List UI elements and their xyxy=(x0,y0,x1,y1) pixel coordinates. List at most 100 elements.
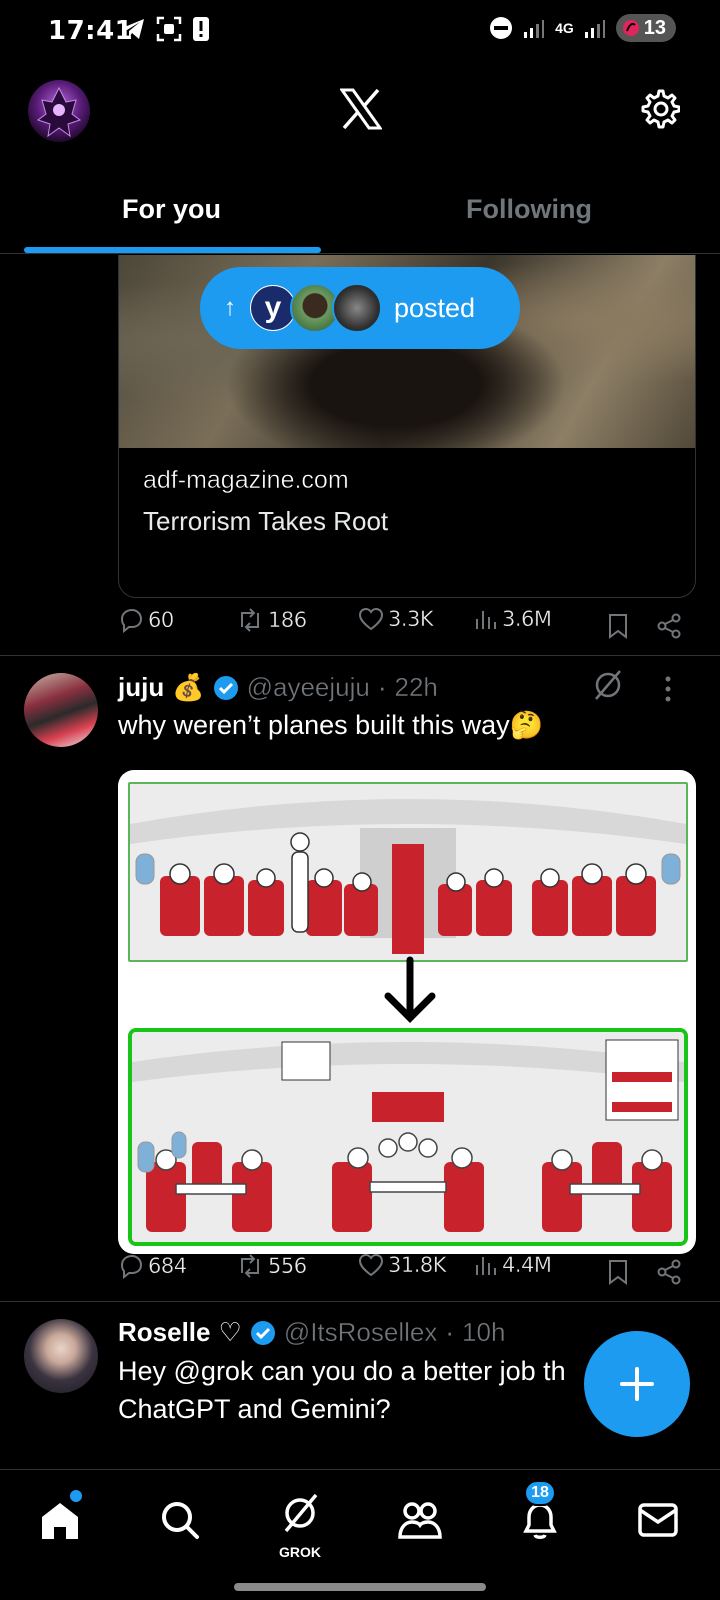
unread-dot xyxy=(70,1490,82,1502)
notifications-badge: 18 xyxy=(524,1480,556,1506)
timeline-feed[interactable]: adf-magazine.com Terrorism Takes Root ↑ … xyxy=(0,255,720,1469)
tab-for-you[interactable]: For you xyxy=(122,194,221,225)
repost-button[interactable]: 186 xyxy=(236,607,307,633)
author-handle[interactable]: @ItsRosellex xyxy=(284,1317,438,1348)
repost-icon xyxy=(241,608,259,632)
airplane-cabin-rows-illustration xyxy=(130,784,686,960)
grok-label: GROK xyxy=(279,1544,321,1560)
post-text: why weren’t planes built this way🤔 xyxy=(118,706,543,744)
author-avatar[interactable] xyxy=(24,673,98,747)
status-icons-left xyxy=(120,16,210,42)
repost-count: 186 xyxy=(268,608,307,632)
like-button[interactable]: 3.3K xyxy=(358,607,434,631)
bookmark-icon[interactable] xyxy=(608,613,628,639)
profile-avatar[interactable] xyxy=(28,80,90,142)
cabin-illustration-bottom xyxy=(128,1028,688,1246)
telegram-icon xyxy=(122,19,144,39)
screenshot-icon xyxy=(156,16,182,42)
airplane-cabin-tables-illustration xyxy=(132,1032,684,1242)
x-logo-icon[interactable] xyxy=(340,88,382,130)
compose-post-button[interactable] xyxy=(584,1331,690,1437)
post-actions: 684 556 31.8K 4.4M xyxy=(118,1253,696,1293)
nav-communities[interactable] xyxy=(390,1490,450,1550)
nav-home[interactable] xyxy=(30,1490,90,1550)
nav-notifications[interactable]: 18 xyxy=(510,1480,570,1550)
repost-button[interactable]: 556 xyxy=(236,1253,307,1279)
author-name[interactable]: Roselle xyxy=(118,1317,211,1348)
grok-icon xyxy=(284,1493,318,1533)
heart-icon xyxy=(358,1253,384,1277)
posted-label: posted xyxy=(394,292,476,323)
like-button[interactable]: 31.8K xyxy=(358,1253,447,1277)
view-count: 3.6M xyxy=(502,607,552,631)
mail-icon xyxy=(638,1503,678,1537)
link-title: Terrorism Takes Root xyxy=(143,506,389,536)
gear-icon[interactable] xyxy=(638,88,680,130)
communities-icon xyxy=(398,1502,442,1539)
reply-icon xyxy=(120,1254,143,1279)
author-avatar[interactable] xyxy=(24,1319,98,1393)
post-text-line: Hey @grok can you do a better job th xyxy=(118,1356,566,1386)
new-posts-pill[interactable]: ↑ y posted xyxy=(200,267,520,349)
timeline-tabs: For you Following xyxy=(0,174,720,254)
avatar-figure-icon xyxy=(36,86,82,138)
post-text-line: ChatGPT and Gemini? xyxy=(118,1394,391,1424)
like-count: 3.3K xyxy=(388,607,434,631)
gesture-home-indicator[interactable] xyxy=(234,1583,486,1591)
nav-messages[interactable] xyxy=(628,1490,688,1550)
share-icon[interactable] xyxy=(656,613,682,639)
battery-saver-icon xyxy=(622,20,639,36)
heart-symbol: ♡ xyxy=(218,1317,242,1347)
views-icon xyxy=(476,1257,496,1275)
heart-icon xyxy=(358,607,384,631)
arrow-down-icon xyxy=(384,956,436,1023)
tab-following[interactable]: Following xyxy=(466,194,592,225)
nav-search[interactable] xyxy=(150,1490,210,1550)
author-handle[interactable]: @ayeejuju xyxy=(246,672,370,703)
post-image[interactable] xyxy=(118,770,696,1254)
share-icon[interactable] xyxy=(656,1259,682,1285)
reply-button[interactable]: 684 xyxy=(118,1253,187,1279)
bookmark-icon[interactable] xyxy=(608,1259,628,1285)
author-name[interactable]: juju xyxy=(118,672,164,703)
verified-badge-icon xyxy=(250,1320,275,1345)
reply-button[interactable]: 60 xyxy=(118,607,174,633)
posted-avatar xyxy=(332,283,382,333)
money-bag-emoji: 💰 xyxy=(172,672,205,702)
post-time[interactable]: 22h xyxy=(394,672,438,703)
more-options-icon[interactable] xyxy=(664,675,672,703)
active-tab-indicator xyxy=(24,247,321,253)
grok-icon[interactable] xyxy=(590,667,626,703)
arrow-up-icon: ↑ xyxy=(224,294,236,321)
separator-dot: · xyxy=(377,672,387,702)
dnd-icon xyxy=(490,17,513,39)
separator-dot: · xyxy=(445,1317,455,1347)
post-header: juju 💰 @ayeejuju · 22h xyxy=(118,672,438,703)
signal-icon xyxy=(524,20,545,38)
views-icon xyxy=(476,611,496,629)
bottom-navigation: GROK 18 xyxy=(0,1469,720,1569)
top-app-bar xyxy=(0,64,720,174)
thinking-emoji: 🤔 xyxy=(509,710,544,740)
post-time[interactable]: 10h xyxy=(462,1317,506,1348)
reply-count: 684 xyxy=(148,1254,187,1278)
views-button[interactable]: 3.6M xyxy=(474,607,552,631)
reply-count: 60 xyxy=(148,608,175,632)
verified-badge-icon xyxy=(213,675,238,700)
posted-avatar-letter: y xyxy=(251,286,295,330)
like-count: 31.8K xyxy=(388,1253,447,1277)
repost-icon xyxy=(241,1254,259,1278)
views-button[interactable]: 4.4M xyxy=(474,1253,552,1277)
status-bar: 17:41 4G 13 xyxy=(0,0,720,64)
post-actions: 60 186 3.3K 3.6M xyxy=(118,607,696,647)
post-divider xyxy=(0,1301,720,1302)
battery-indicator: 13 xyxy=(615,14,676,42)
signal-icon xyxy=(584,20,605,38)
nav-grok[interactable]: GROK xyxy=(270,1490,330,1560)
network-type: 4G xyxy=(555,20,574,36)
view-count: 4.4M xyxy=(502,1253,552,1277)
post-text-body: why weren’t planes built this way xyxy=(118,710,510,740)
cabin-illustration-top xyxy=(128,782,688,962)
post-divider xyxy=(0,655,720,656)
battery-level: 13 xyxy=(643,16,666,39)
